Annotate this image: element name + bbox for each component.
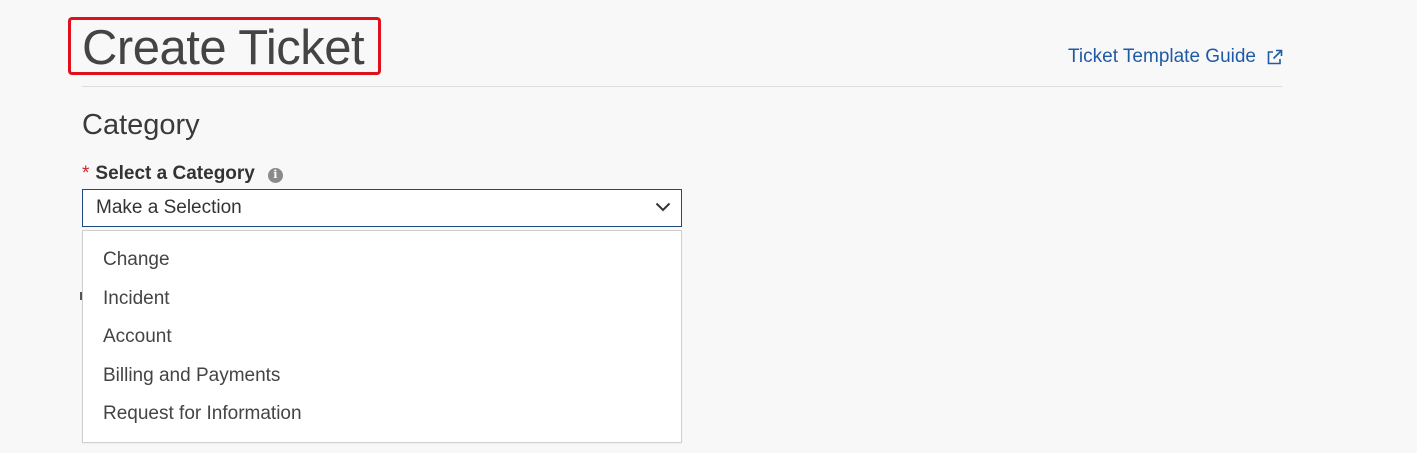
category-select[interactable]: Make a Selection — [82, 189, 682, 227]
dropdown-option-incident[interactable]: Incident — [83, 280, 681, 319]
page-title: Create Ticket — [82, 21, 365, 75]
category-dropdown-menu: Change Incident Account Billing and Paym… — [82, 230, 682, 443]
info-icon[interactable]: i — [267, 167, 283, 183]
header-divider — [82, 86, 1282, 87]
select-category-label-text: Select a Category — [95, 163, 255, 184]
dropdown-option-change[interactable]: Change — [83, 241, 681, 280]
ticket-template-guide-link[interactable]: Ticket Template Guide — [1068, 46, 1283, 68]
external-link-icon — [1266, 49, 1283, 66]
dropdown-option-billing-and-payments[interactable]: Billing and Payments — [83, 357, 681, 396]
create-ticket-page: Create Ticket Ticket Template Guide Cate… — [0, 0, 1417, 453]
guide-link-label: Ticket Template Guide — [1068, 46, 1256, 67]
section-heading-category: Category — [82, 109, 200, 141]
dropdown-option-request-for-information[interactable]: Request for Information — [83, 395, 681, 434]
dropdown-option-account[interactable]: Account — [83, 318, 681, 357]
required-marker: * — [82, 163, 90, 184]
select-category-label: * Select a Category i — [82, 161, 283, 187]
chevron-down-icon — [655, 199, 671, 217]
category-select-value: Make a Selection — [96, 197, 242, 218]
